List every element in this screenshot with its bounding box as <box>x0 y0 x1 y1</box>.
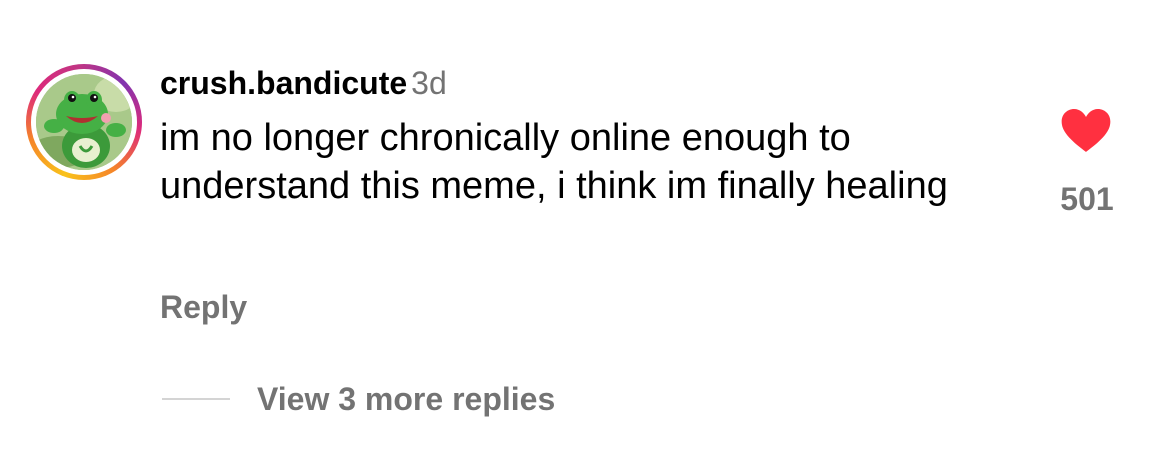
like-count: 501 <box>1060 181 1114 217</box>
avatar-story-ring[interactable] <box>26 64 142 180</box>
username-link[interactable]: crush.bandicute <box>160 65 407 101</box>
comment-header: crush.bandicute 3d <box>160 64 447 102</box>
avatar[interactable] <box>36 74 132 170</box>
avatar-ring-gap <box>31 69 137 175</box>
view-more-replies-button[interactable]: View 3 more replies <box>257 380 555 418</box>
reply-button[interactable]: Reply <box>160 288 247 326</box>
heart-icon-shape <box>1061 109 1111 152</box>
avatar-image <box>36 74 132 170</box>
comment-text: im no longer chronically online enough t… <box>160 117 948 207</box>
comment-timestamp: 3d <box>411 65 447 101</box>
heart-icon[interactable] <box>1060 108 1112 154</box>
replies-divider <box>162 398 230 400</box>
